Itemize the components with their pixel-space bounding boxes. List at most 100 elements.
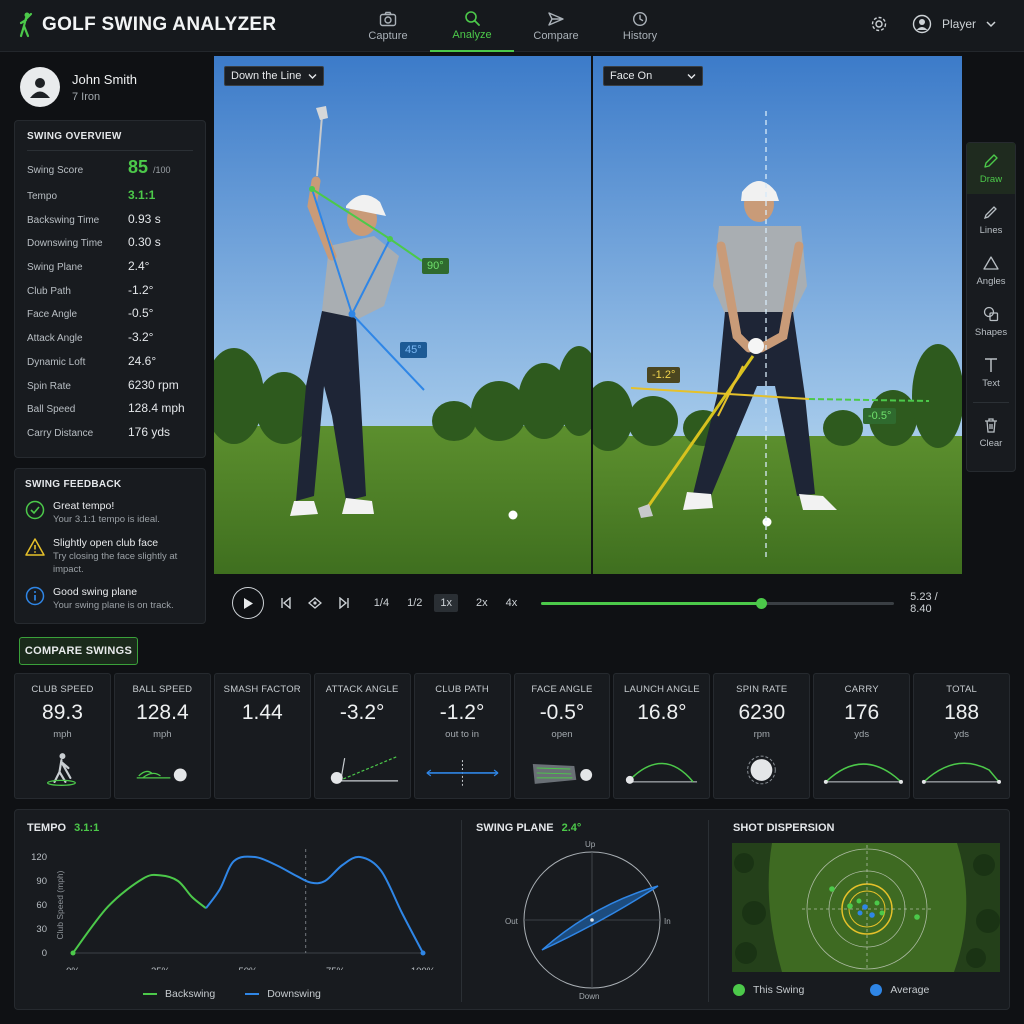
video-frame-down-the-line (214, 56, 591, 574)
overview-value: 2.4° (128, 259, 150, 274)
tempo-panel: TEMPO 3.1:1 120 90 60 30 0 0% 25% 50% 75% 100% Club… (15, 810, 461, 1010)
overview-label: Dynamic Loft (27, 356, 86, 368)
player-club: 7 Iron (72, 90, 101, 103)
angle-tag-45[interactable]: 45° (400, 342, 427, 358)
metric-unit: mph (153, 729, 172, 740)
pencil-icon (984, 153, 998, 168)
metric-unit: mph (53, 729, 72, 740)
overview-value: -0.5° (128, 306, 154, 321)
top-bar: GOLF SWING ANALYZER Capture Analyze Comp… (0, 0, 1024, 52)
overview-label: Club Path (27, 285, 71, 297)
swing-plane-panel: SWING PLANE 2.4° Up Down Out In (462, 810, 702, 1010)
feedback-desc: Your 3.1:1 tempo is ideal. (53, 514, 160, 525)
nav-history[interactable]: History (598, 0, 682, 52)
tool-draw[interactable]: Draw (967, 143, 1015, 194)
metric-value: -1.2° (439, 701, 485, 724)
metric-spin-rate: SPIN RATE 6230 rpm (713, 673, 811, 799)
swing-plane-title: SWING PLANE (476, 822, 554, 834)
metric-label: CLUB PATH (435, 684, 489, 695)
plane-label-down: Down (579, 992, 600, 1001)
tool-angles[interactable]: Angles (967, 245, 1015, 296)
nav-capture[interactable]: Capture (346, 0, 430, 52)
shot-dispersion-title: SHOT DISPERSION (733, 822, 835, 834)
overview-label: Swing Score (27, 165, 84, 176)
angle-tag-90[interactable]: 90° (422, 258, 449, 274)
speed-4x[interactable]: 4x (506, 597, 518, 609)
x-tick-label: 50% (238, 966, 258, 970)
golfer-icon (19, 12, 33, 38)
angle-tag-club-path[interactable]: -1.2° (647, 367, 681, 383)
main-nav: Capture Analyze Compare History (346, 0, 682, 52)
metric-unit: yds (854, 729, 870, 740)
metric-unit: out to in (445, 729, 479, 740)
metric-smash-factor: SMASH FACTOR 1.44 (213, 673, 311, 799)
check-circle-icon (25, 500, 45, 520)
overview-label: Attack Angle (27, 333, 83, 345)
overview-row-tempo: Tempo 3.1:1 (27, 188, 193, 212)
club-path-icon (426, 760, 499, 786)
view-select-right[interactable]: Face On (603, 66, 703, 86)
speed-quarter[interactable]: 1/4 (374, 597, 389, 609)
metric-label: FACE ANGLE (531, 684, 593, 695)
tool-text-label: Text (982, 377, 1000, 389)
timeline-progress (541, 601, 762, 605)
user-menu-label: Player (941, 17, 976, 31)
nav-compare[interactable]: Compare (514, 0, 598, 52)
timeline-scrubber[interactable] (541, 597, 895, 609)
angle-tag-face[interactable]: -0.5° (863, 408, 897, 424)
metric-label: CARRY (844, 684, 879, 695)
app-logo[interactable]: GOLF SWING ANALYZER (18, 12, 276, 38)
tempo-chart: 120 90 60 30 0 0% 25% 50% 75% 100% Club Speed (mph… (31, 849, 436, 970)
tool-clear[interactable]: Clear (967, 407, 1015, 458)
play-button[interactable] (232, 587, 264, 619)
frame-step-icon[interactable] (307, 597, 322, 609)
compare-swings-button[interactable]: COMPARE SWINGS (19, 637, 138, 665)
timeline-handle[interactable] (756, 597, 768, 609)
metric-value: 6230 (738, 701, 786, 724)
metric-label: BALL SPEED (132, 684, 193, 695)
tool-shapes[interactable]: Shapes (967, 296, 1015, 347)
warning-icon (25, 538, 45, 556)
skip-back-icon[interactable] (280, 597, 292, 609)
shapes-icon (983, 306, 999, 321)
speed-1x[interactable]: 1x (434, 594, 459, 612)
overview-value: 176 yds (128, 424, 171, 439)
gear-icon[interactable] (870, 15, 888, 33)
chevron-down-icon (687, 73, 696, 79)
metric-value: 89.3 (42, 701, 83, 724)
nav-analyze[interactable]: Analyze (430, 0, 514, 52)
divider (27, 150, 193, 151)
user-menu[interactable]: Player (912, 14, 996, 34)
overview-value: 24.6° (128, 353, 157, 368)
video-face-on[interactable]: Face On -1.2° -0.5° (593, 56, 962, 574)
plane-label-out: Out (505, 917, 518, 926)
metric-club-speed: CLUB SPEED 89.3 mph (14, 673, 111, 799)
swing-plane-diagram (523, 851, 661, 989)
tool-text[interactable]: Text (967, 347, 1015, 398)
overview-row: Carry Distance 176 yds (27, 425, 193, 449)
overview-row: Backswing Time 0.93 s (27, 212, 193, 236)
speed-half[interactable]: 1/2 (407, 597, 422, 609)
overview-value: 128.4 mph (128, 401, 185, 416)
series-start-point (70, 950, 76, 956)
app-title: GOLF SWING ANALYZER (42, 14, 277, 35)
metric-value: -3.2° (339, 701, 385, 724)
speed-2x[interactable]: 2x (476, 597, 488, 609)
overview-row: Ball Speed 128.4 mph (27, 401, 193, 425)
view-select-left[interactable]: Down the Line (224, 66, 324, 86)
video-frame-face-on (593, 56, 962, 574)
tool-lines[interactable]: Lines (967, 194, 1015, 245)
swing-score-value: 85 (128, 157, 149, 177)
tool-lines-label: Lines (979, 224, 1003, 236)
avatar[interactable] (20, 67, 60, 107)
skip-forward-icon[interactable] (338, 597, 350, 609)
overview-value: -3.2° (128, 330, 154, 345)
metric-value: 176 (844, 701, 880, 724)
metric-value: 188 (944, 701, 980, 724)
metric-attack-angle: ATTACK ANGLE -3.2° (313, 673, 411, 799)
video-down-the-line[interactable]: Down the Line 90° 45° (214, 56, 591, 574)
tool-angles-label: Angles (976, 275, 1006, 287)
y-tick-label: 30 (36, 924, 47, 935)
swing-overview-card: SWING OVERVIEW Swing Score 85 /100 Tempo… (14, 120, 206, 458)
metric-unit: rpm (753, 729, 770, 740)
